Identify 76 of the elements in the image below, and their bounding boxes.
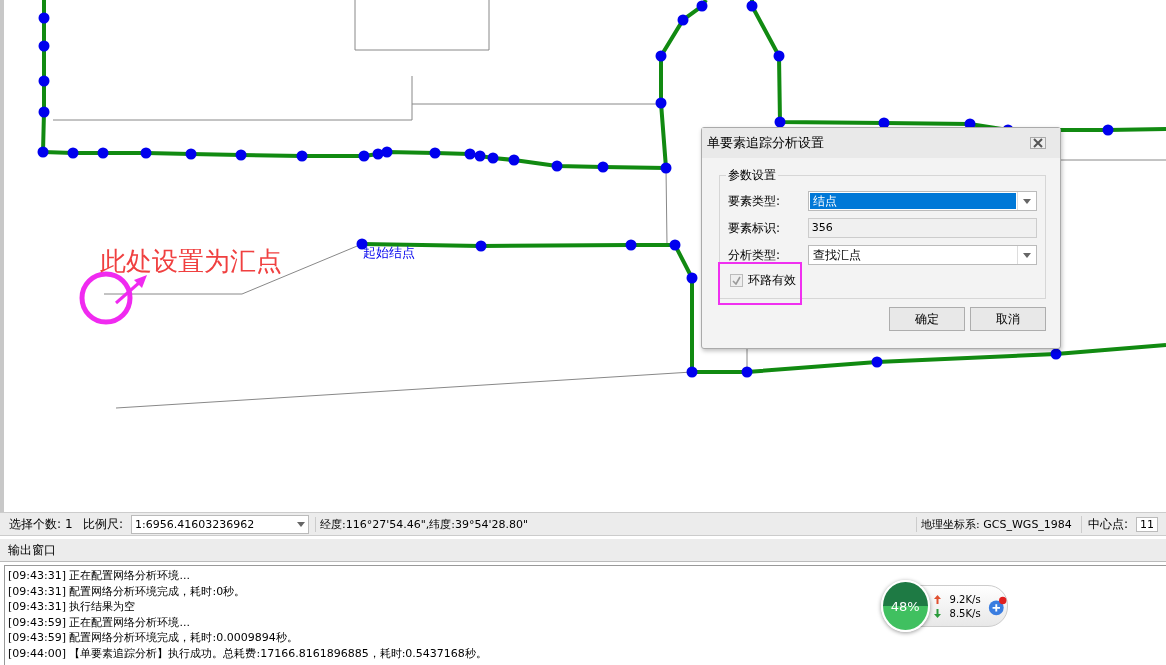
network-node[interactable] (686, 272, 698, 284)
dropdown-field[interactable]: 查找汇点 (807, 245, 1037, 265)
network-node[interactable] (625, 239, 637, 251)
log-line: [09:44:00] 【单要素追踪分析】执行成功。总耗费:17166.8161896885，耗时:0.5437168秒。 (8, 645, 487, 661)
network-node[interactable] (67, 147, 79, 159)
network-node[interactable] (429, 147, 441, 159)
scale-label: 比例尺: (83, 515, 124, 533)
network-node[interactable] (655, 50, 667, 62)
dialog-button[interactable]: 取消 (970, 307, 1046, 331)
network-node[interactable] (38, 40, 50, 52)
field-label: 要素标识: (728, 219, 782, 237)
selection-label: 选择个数: (9, 515, 62, 533)
close-icon[interactable] (1030, 137, 1046, 149)
network-node[interactable] (37, 146, 49, 158)
field-label: 要素类型: (728, 192, 782, 210)
network-node[interactable] (655, 97, 667, 109)
output-panel-title: 输出窗口 (8, 543, 56, 557)
caret-icon (1023, 252, 1031, 258)
network-node[interactable] (686, 366, 698, 378)
network-node[interactable] (741, 366, 753, 378)
caret-icon (297, 521, 306, 527)
network-node[interactable] (38, 106, 50, 118)
download-speed: 8.5K/s (949, 607, 981, 619)
network-node[interactable] (871, 356, 883, 368)
network-node[interactable] (487, 152, 499, 164)
readonly-field[interactable]: 356 (807, 218, 1037, 238)
network-node[interactable] (551, 160, 563, 172)
network-node[interactable] (38, 12, 50, 24)
upload-speed: 9.2K/s (949, 593, 981, 605)
network-node[interactable] (296, 150, 308, 162)
network-node[interactable] (669, 239, 681, 251)
network-node[interactable] (508, 154, 520, 166)
log-line: [09:43:31] 正在配置网络分析环境... (8, 568, 190, 584)
circle-arrow-marker-drawing (79, 271, 147, 325)
network-node[interactable] (235, 149, 247, 161)
log-line: [09:43:59] 正在配置网络分析环境... (8, 614, 190, 630)
down-arrow-icon (933, 608, 941, 618)
log-line: [09:43:59] 配置网络分析环境完成，耗时:0.0009894秒。 (8, 630, 298, 646)
group-label: 参数设置 (726, 167, 778, 184)
network-node[interactable] (97, 147, 109, 159)
network-node[interactable] (773, 50, 785, 62)
crs-readout: 地理坐标系: GCS_WGS_1984 (916, 516, 1082, 532)
center-value-field[interactable]: 11 (1136, 516, 1159, 532)
log-line: [09:43:31] 执行结果为空 (8, 599, 136, 615)
network-node[interactable] (381, 146, 393, 158)
network-node[interactable] (475, 240, 487, 252)
network-node[interactable] (464, 148, 476, 160)
dialog-button[interactable]: 确定 (889, 307, 965, 331)
network-node[interactable] (474, 150, 486, 162)
network-node[interactable] (1050, 348, 1062, 360)
network-node[interactable] (774, 116, 786, 128)
log-line: [09:43:31] 配置网络分析环境完成，耗时:0秒。 (8, 583, 246, 599)
scale-dropdown[interactable]: 1:6956.41603236962 (131, 514, 310, 534)
network-node[interactable] (38, 75, 50, 87)
plus-icon[interactable] (986, 595, 1007, 617)
checkbox-label: 环路有效 (748, 272, 796, 289)
field-label: 分析类型: (728, 246, 782, 264)
network-node[interactable] (597, 161, 609, 173)
caret-icon (1023, 198, 1031, 204)
network-node[interactable] (372, 148, 384, 160)
coordinates-readout: 经度:116°27'54.46",纬度:39°54'28.80" (315, 516, 917, 532)
network-node[interactable] (358, 150, 370, 162)
network-node[interactable] (140, 147, 152, 159)
network-node[interactable] (185, 148, 197, 160)
dropdown-field[interactable]: 结点 (807, 191, 1037, 211)
network-node[interactable] (677, 14, 689, 26)
dialog-title: 单要素追踪分析设置 (707, 134, 824, 152)
annotation-text: 此处设置为汇点 (100, 245, 282, 278)
percentage-text: 48% (890, 598, 920, 614)
start-node-label: 起始结点 (363, 244, 415, 262)
up-arrow-icon (933, 594, 941, 604)
network-node[interactable] (696, 0, 708, 12)
network-node[interactable] (1102, 124, 1114, 136)
network-node[interactable] (660, 162, 672, 174)
selection-count: 1 (65, 517, 74, 531)
network-node[interactable] (746, 0, 758, 12)
